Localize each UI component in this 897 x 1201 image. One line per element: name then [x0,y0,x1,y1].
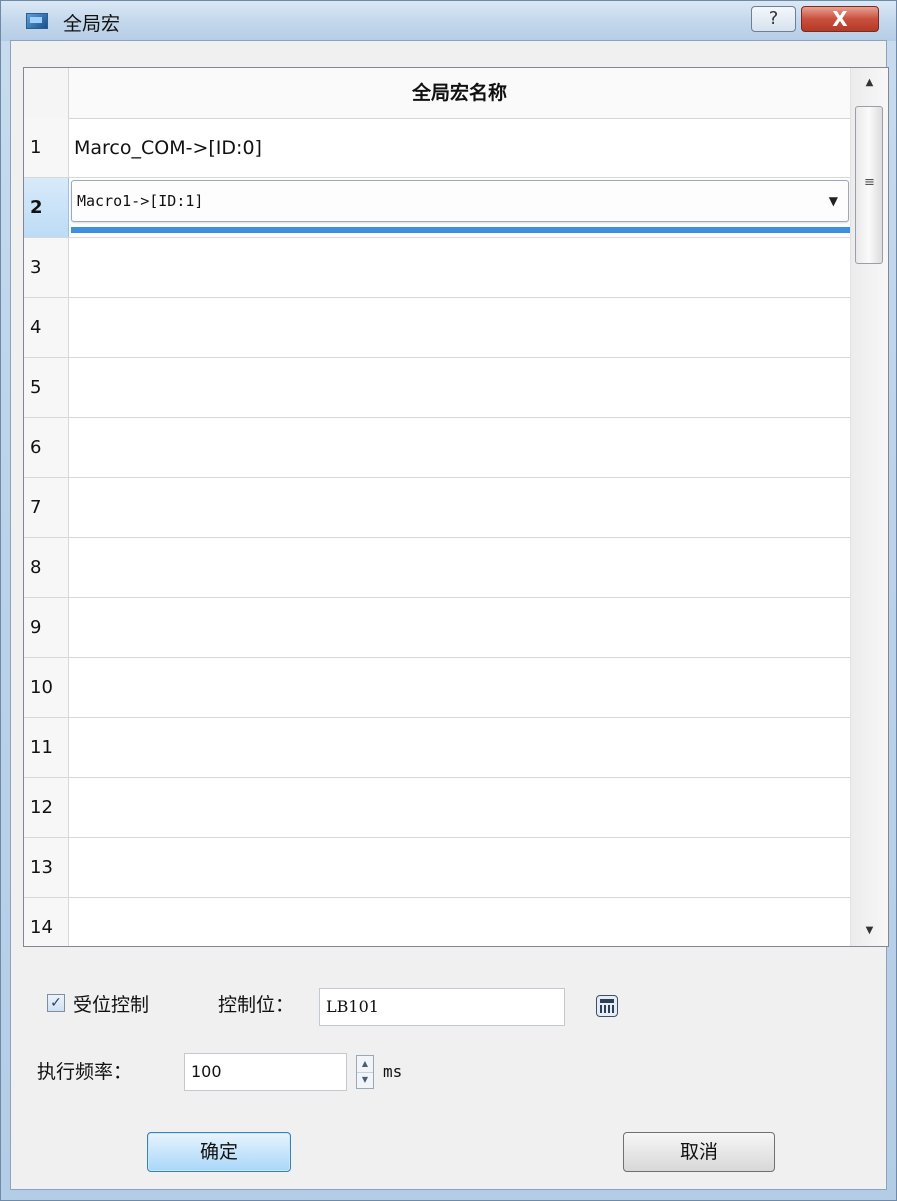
table-row[interactable]: 10 [24,658,850,718]
bit-control-label[interactable]: 受位控制 [73,985,149,1025]
close-button[interactable]: X [801,6,879,32]
row-number[interactable]: 2 [24,178,69,237]
row-number[interactable]: 7 [24,478,69,537]
table-row[interactable]: 3 [24,238,850,298]
scrollbar-thumb[interactable]: ≡ [855,106,883,264]
table-row[interactable]: 11 [24,718,850,778]
scroll-up-arrow-icon[interactable]: ▲ [851,68,888,98]
selection-highlight [71,227,850,233]
table-row[interactable]: 6 [24,418,850,478]
row-number[interactable]: 11 [24,718,69,777]
macro-grid: 全局宏名称 1 Marco_COM->[ID:0] 2 Macro1->[ID:… [23,67,889,947]
control-bit-input[interactable]: LB101 [319,988,565,1026]
bit-control-row: ✓ 受位控制 控制位： LB101 [40,985,860,1026]
macro-name-cell[interactable]: Marco_COM->[ID:0] [74,118,262,178]
exec-frequency-input[interactable]: 100 [184,1053,347,1091]
table-row[interactable]: 8 [24,538,850,598]
macro-select-dropdown[interactable]: Macro1->[ID:1] ▼ [71,180,849,222]
row-number[interactable]: 1 [24,118,69,177]
unit-label: ms [383,1062,403,1081]
row-number[interactable]: 12 [24,778,69,837]
stepper-down-icon[interactable]: ▼ [357,1072,373,1088]
row-number[interactable]: 13 [24,838,69,897]
macro-select-value: Macro1->[ID:1] [77,192,204,210]
exec-frequency-label: 执行频率： [37,1061,133,1083]
ok-button[interactable]: 确定 [147,1132,291,1172]
help-button[interactable]: ? [751,6,796,32]
stepper-up-icon[interactable]: ▲ [357,1056,373,1073]
row-number[interactable]: 8 [24,538,69,597]
table-row-selected[interactable]: 2 Macro1->[ID:1] ▼ [24,178,850,238]
table-row[interactable]: 1 Marco_COM->[ID:0] [24,118,850,178]
table-row[interactable]: 9 [24,598,850,658]
table-row[interactable]: 4 [24,298,850,358]
cancel-button[interactable]: 取消 [623,1132,775,1172]
row-number[interactable]: 10 [24,658,69,717]
row-number[interactable]: 9 [24,598,69,657]
row-number[interactable]: 5 [24,358,69,417]
grid-corner[interactable] [24,68,69,118]
chevron-down-icon[interactable]: ▼ [829,181,838,221]
control-bit-label: 控制位： [218,994,295,1016]
table-row[interactable]: 5 [24,358,850,418]
table-row[interactable]: 7 [24,478,850,538]
scroll-down-arrow-icon[interactable]: ▼ [851,916,888,946]
table-row[interactable]: 14 [24,898,850,946]
grip-icon: ≡ [864,175,875,190]
window-title: 全局宏 [63,13,121,35]
frequency-stepper[interactable]: ▲ ▼ [356,1055,374,1089]
row-number[interactable]: 3 [24,238,69,297]
title-bar[interactable]: 全局宏 ? X [1,1,896,41]
bit-control-checkbox[interactable]: ✓ [47,994,65,1012]
app-icon [26,13,48,29]
calculator-icon[interactable] [596,995,618,1017]
table-row[interactable]: 12 [24,778,850,838]
row-number[interactable]: 4 [24,298,69,357]
grid-header: 全局宏名称 [24,68,850,119]
row-number[interactable]: 14 [24,898,69,946]
row-number[interactable]: 6 [24,418,69,477]
table-row[interactable]: 13 [24,838,850,898]
column-header-macro-name[interactable]: 全局宏名称 [69,68,850,118]
vertical-scrollbar[interactable]: ▲ ≡ ▼ [850,68,888,946]
